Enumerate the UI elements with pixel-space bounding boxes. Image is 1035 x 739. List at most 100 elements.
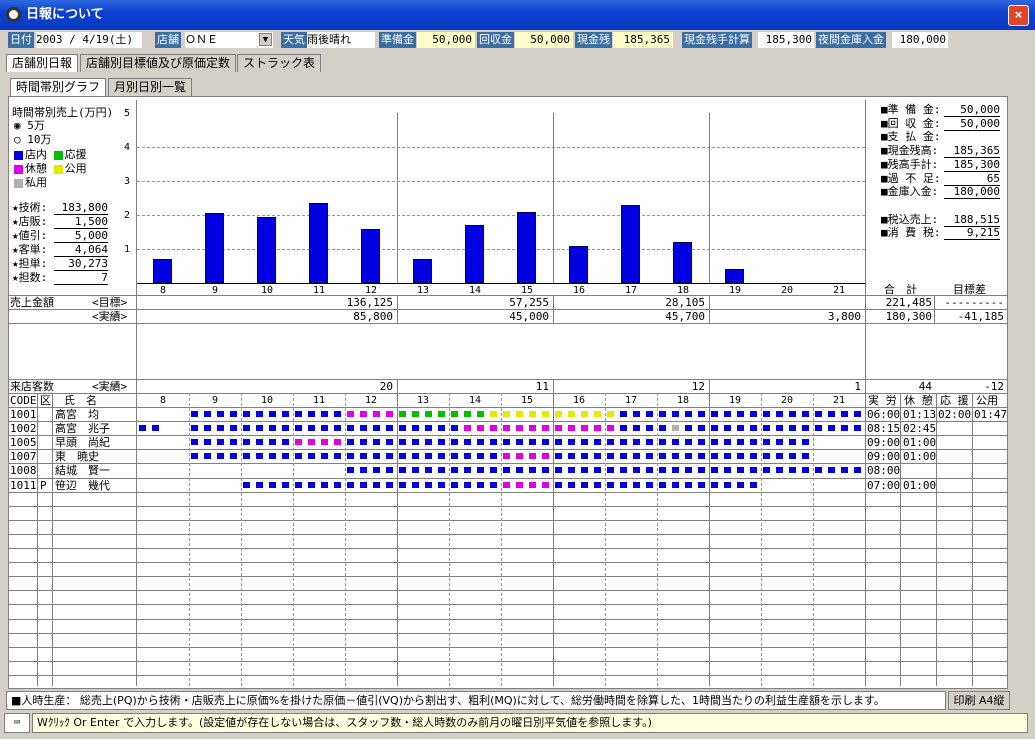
schedule-slot [607, 467, 614, 474]
schedule-slot [633, 453, 640, 460]
schedule-slot [373, 467, 380, 474]
schedule-slot [802, 453, 809, 460]
schedule-slot [607, 481, 614, 488]
target-value: 57,255 [509, 296, 549, 309]
staff-name[interactable]: 東 暁史 [55, 450, 99, 463]
tab-monthly-list[interactable]: 月別日別一覧 [108, 78, 193, 96]
schedule-slot [750, 411, 757, 417]
schedule-slot [828, 411, 835, 417]
schedule-slot [399, 411, 406, 417]
schedule-slot [438, 467, 445, 474]
legend-row-2: 休憩 公用 [14, 162, 87, 175]
staff-code: 1002 [10, 422, 37, 436]
schedule-slot [451, 467, 458, 474]
weather-field[interactable]: 雨後晴れ [307, 32, 375, 48]
schedule-slot [412, 425, 419, 432]
schedule-slot [555, 467, 562, 474]
schedule-slot [659, 411, 666, 417]
schedule-slot [542, 439, 549, 446]
schedule-slot [360, 425, 367, 432]
schedule-slot [308, 425, 315, 432]
staff-name[interactable]: 結城 賢一 [55, 464, 110, 477]
calc-field[interactable]: 185,300 [758, 32, 814, 48]
schedule-slot [789, 425, 796, 432]
radio-5man[interactable]: ◉ 5万 [14, 119, 45, 132]
schedule-slot [750, 439, 757, 446]
radio2-label: 10万 [27, 133, 52, 146]
schedule-slot [503, 411, 510, 417]
chevron-down-icon[interactable]: ▼ [259, 33, 272, 46]
right-stat-label: ■残高手計: [881, 157, 939, 171]
schedule-slot [568, 439, 575, 446]
tab-store-target[interactable]: 店舗別目標値及び原価定数 [80, 54, 237, 72]
schedule-slot [516, 425, 523, 432]
staff-name[interactable]: 高宮 均 [55, 408, 99, 421]
date-field[interactable]: 2003 / 4/19(土) [36, 32, 142, 48]
schedule-slot [477, 411, 484, 417]
schedule-slot [243, 411, 250, 417]
print-button[interactable]: 印刷 A4縦 [948, 691, 1010, 710]
staff-help: 02:00 [938, 408, 972, 421]
schedule-slot [763, 411, 770, 417]
hour-divider [657, 393, 658, 686]
total-actual: 180,300 [885, 310, 932, 323]
schedule-slot [399, 481, 406, 488]
hour-header: 8 [159, 395, 167, 406]
schedule-slot [659, 439, 666, 446]
night-label: 夜間金庫入金 [816, 32, 886, 48]
date-label: 日付 [8, 32, 34, 48]
stat-label: ★担数: [12, 271, 48, 284]
schedule-slot [529, 467, 536, 474]
schedule-slot [659, 481, 666, 488]
schedule-slot [425, 453, 432, 460]
schedule-slot [685, 439, 692, 446]
staff-name[interactable]: 笹辺 幾代 [55, 479, 110, 492]
staff-code: 1001 [10, 408, 37, 421]
close-button[interactable]: × [1008, 5, 1029, 26]
schedule-slot [815, 425, 822, 432]
hour-divider [709, 393, 710, 686]
schedule-slot [282, 425, 289, 432]
tab-struck[interactable]: ストラック表 [237, 54, 322, 72]
staff-name[interactable]: 早頭 尚紀 [55, 436, 110, 449]
col-divider [934, 295, 935, 323]
prep-value: 50,000 [417, 32, 475, 48]
col-divider [972, 393, 973, 686]
schedule-slot [256, 425, 263, 432]
right-stat-label: ■税込売上: [881, 212, 939, 226]
radio-icon: ○ [14, 133, 21, 146]
schedule-slot [698, 481, 705, 488]
staff-kubun: P [40, 478, 47, 492]
schedule-slot [269, 411, 276, 417]
actual-value: 45,700 [665, 310, 705, 323]
radio-10man[interactable]: ○ 10万 [14, 133, 52, 146]
schedule-slot [542, 467, 549, 474]
staff-name[interactable]: 高宮 兆子 [55, 422, 110, 435]
schedule-slot [503, 467, 510, 474]
tab-hourly-graph[interactable]: 時間帯別グラフ [10, 78, 107, 96]
col-divider [37, 393, 38, 686]
schedule-slot [672, 453, 679, 460]
schedule-slot [243, 439, 250, 446]
schedule-slot [776, 411, 783, 417]
night-field[interactable]: 180,000 [892, 32, 948, 48]
group-divider [709, 295, 710, 323]
hour-header: 21 [832, 395, 846, 406]
radio-selected-icon: ◉ [14, 119, 21, 132]
schedule-slot [607, 439, 614, 446]
schedule-slot [438, 425, 445, 432]
store-select[interactable]: ＯＮＥ ▼ [185, 32, 273, 48]
schedule-slot [568, 453, 575, 460]
table-rule [8, 576, 1008, 578]
schedule-slot [711, 453, 718, 460]
schedule-slot [607, 411, 614, 417]
schedule-slot [724, 425, 731, 432]
schedule-slot [516, 481, 523, 488]
schedule-slot [425, 481, 432, 488]
schedule-slot [620, 481, 627, 488]
schedule-slot [477, 425, 484, 432]
schedule-slot [594, 481, 601, 488]
schedule-slot [815, 411, 822, 417]
table-rule [8, 632, 1008, 634]
tab-store-daily[interactable]: 店舗別日報 [6, 54, 79, 72]
